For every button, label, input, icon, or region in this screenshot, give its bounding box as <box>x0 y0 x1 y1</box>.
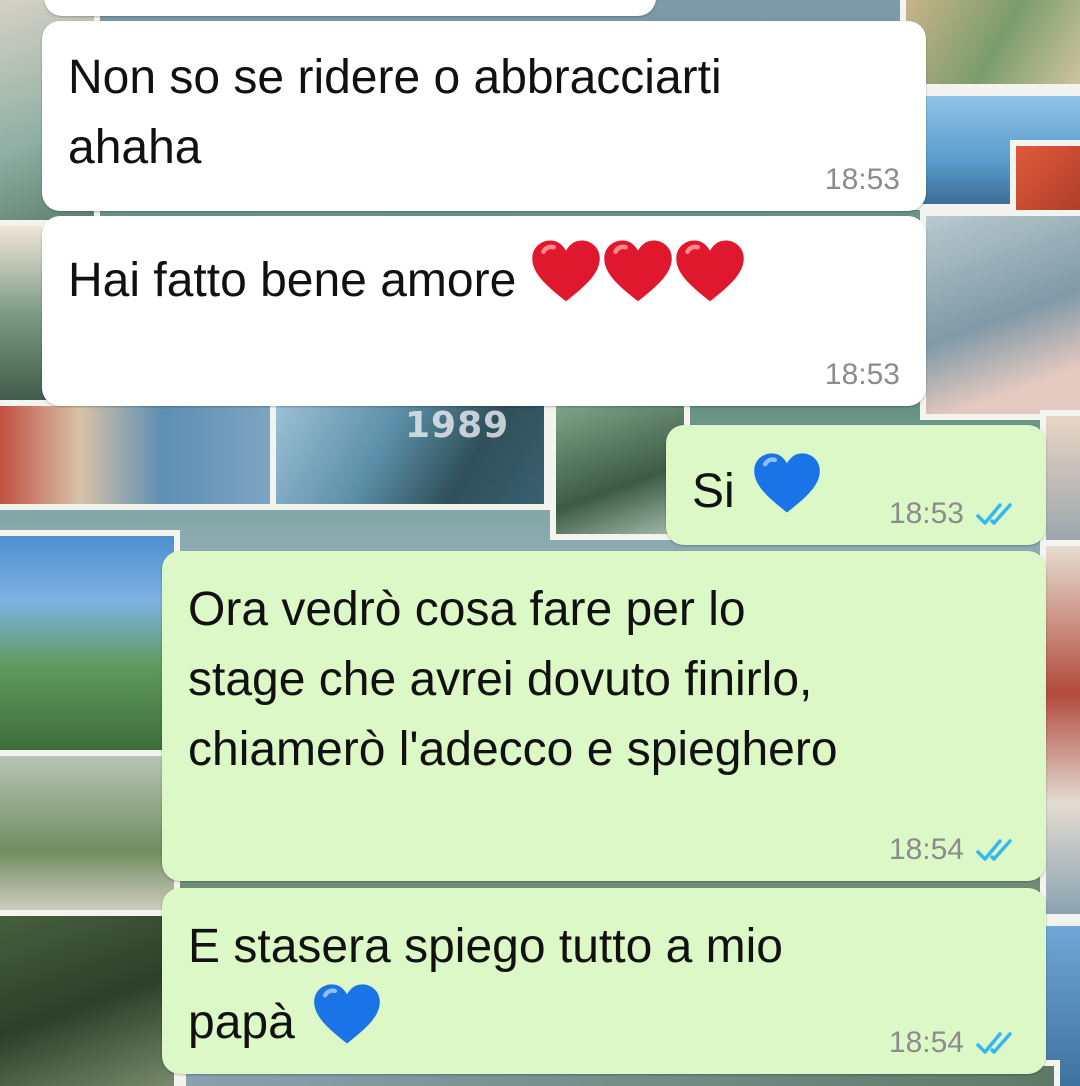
message-text-content: E stasera spiego tutto a mio papà <box>188 920 783 1049</box>
message-meta: 18:54 <box>889 833 1020 867</box>
message-text-content: Hai fatto bene amore <box>68 254 517 307</box>
red-heart-emoji-icon <box>603 240 672 302</box>
read-receipt-icon <box>976 503 1012 525</box>
read-receipt-icon <box>976 839 1012 861</box>
message-bubble-outgoing[interactable]: Si 18:53 <box>666 425 1046 545</box>
message-timestamp: 18:54 <box>888 1026 964 1059</box>
message-meta: 18:54 <box>889 1026 1020 1060</box>
read-receipt-icon <box>976 1032 1012 1054</box>
message-bubble-outgoing[interactable]: E stasera spiego tutto a mio papà 18:54 <box>162 888 1046 1074</box>
message-text: Ora vedrò cosa fare per lo stage che avr… <box>188 583 838 776</box>
message-timestamp: 18:53 <box>824 358 900 391</box>
message-timestamp: 18:53 <box>824 163 900 196</box>
message-timestamp: 18:54 <box>888 833 964 866</box>
chat-message-list[interactable]: Non so se ridere o abbracciarti ahaha 18… <box>0 0 1080 1086</box>
message-bubble-cutoff[interactable] <box>44 0 656 16</box>
message-text: Hai fatto bene amore <box>68 238 900 316</box>
red-heart-emoji-icon <box>531 240 600 302</box>
message-bubble-outgoing[interactable]: Ora vedrò cosa fare per lo stage che avr… <box>162 551 1046 881</box>
message-meta: 18:53 <box>889 497 1020 531</box>
blue-heart-emoji-icon <box>754 453 820 513</box>
message-bubble-incoming[interactable]: Hai fatto bene amore 18:53 <box>42 216 926 406</box>
red-heart-emoji-icon <box>675 240 744 302</box>
blue-heart-emoji-icon <box>314 984 380 1044</box>
message-meta: 18:53 <box>825 163 900 197</box>
message-meta: 18:53 <box>825 358 900 392</box>
message-timestamp: 18:53 <box>888 497 964 530</box>
message-text: Non so se ridere o abbracciarti ahaha <box>68 51 722 174</box>
message-bubble-incoming[interactable]: Non so se ridere o abbracciarti ahaha 18… <box>42 21 926 211</box>
message-text-content: Si <box>692 465 735 518</box>
